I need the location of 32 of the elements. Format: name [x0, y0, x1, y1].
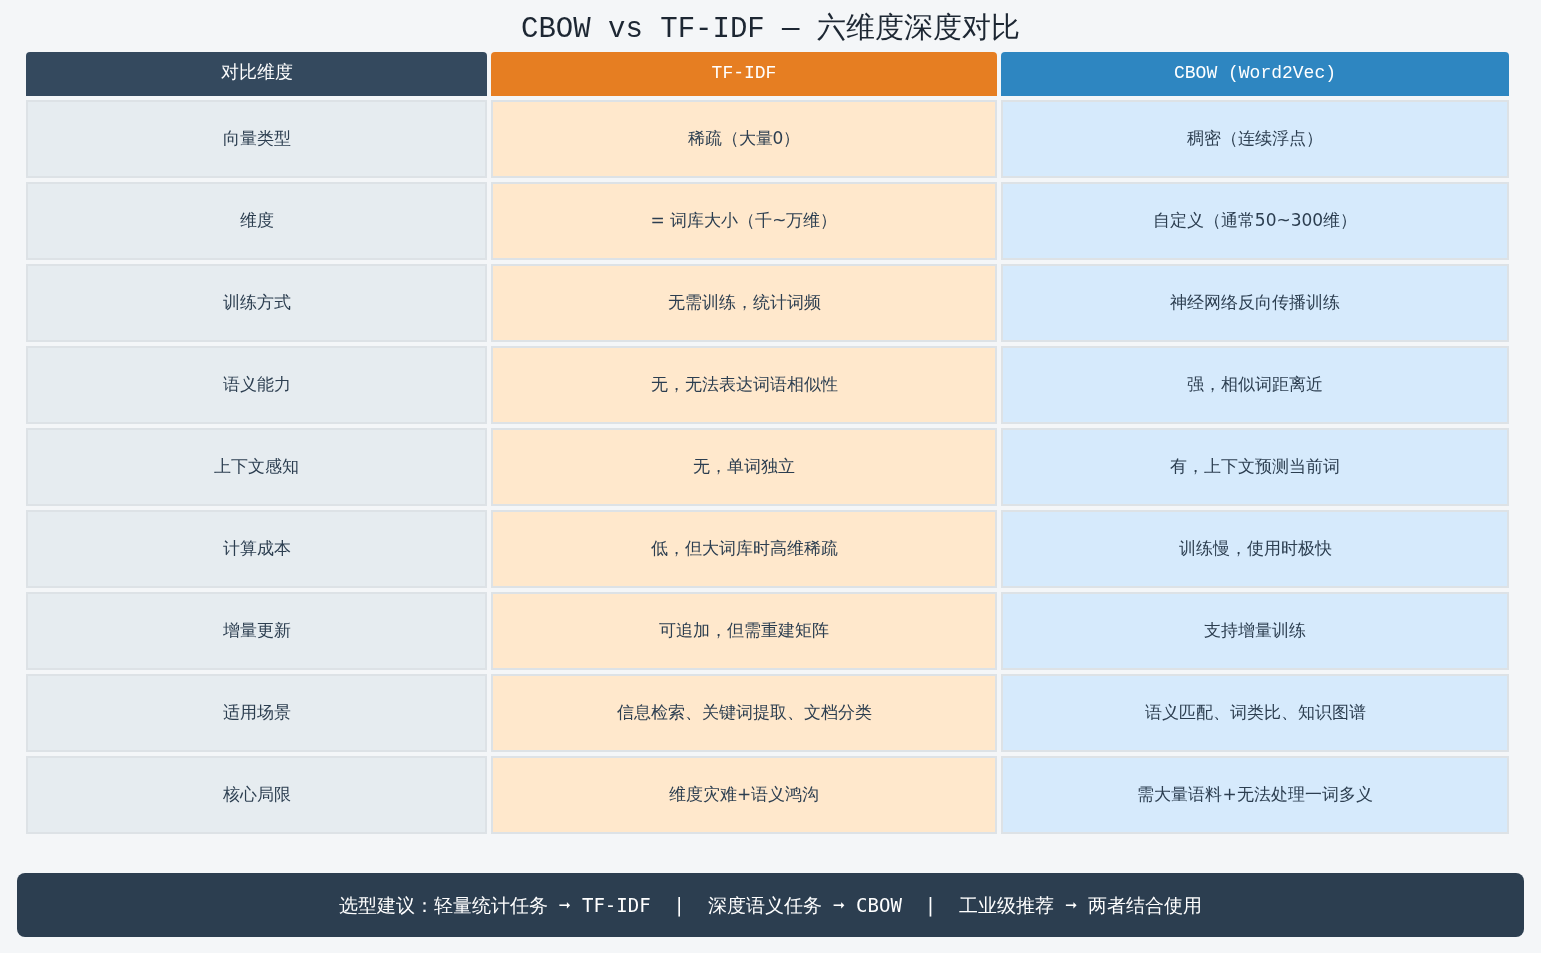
- table-cell: 语义匹配、词类比、知识图谱: [1001, 673, 1509, 752]
- table-cell: 信息检索、关键词提取、文档分类: [491, 673, 997, 752]
- table-cell: 适用场景: [26, 673, 487, 752]
- table-cell: 维度: [26, 181, 487, 260]
- recommendation-banner: 选型建议：轻量统计任务 ➞ TF-IDF | 深度语义任务 ➞ CBOW | 工业级推荐 ➞ 两者结合使用: [17, 873, 1524, 937]
- page-title: CBOW vs TF-IDF — 六维度深度对比: [520, 11, 1021, 46]
- table-cell: 向量类型: [26, 99, 487, 178]
- table-cell: 核心局限: [26, 755, 487, 834]
- table-cell: 低，但大词库时高维稀疏: [491, 509, 997, 588]
- table-cell: 训练慢，使用时极快: [1001, 509, 1509, 588]
- table-cell: 上下文感知: [26, 427, 487, 506]
- table-cell: 训练方式: [26, 263, 487, 342]
- table-cell: 无需训练，统计词频: [491, 263, 997, 342]
- table-cell: 支持增量训练: [1001, 591, 1509, 670]
- column-header: CBOW (Word2Vec): [1001, 51, 1509, 96]
- table-cell: 无，无法表达词语相似性: [491, 345, 997, 424]
- column-header: 对比维度: [26, 51, 487, 96]
- table-cell: = 词库大小（千~万维）: [491, 181, 997, 260]
- table-cell: 稠密（连续浮点）: [1001, 99, 1509, 178]
- table-cell: 神经网络反向传播训练: [1001, 263, 1509, 342]
- table-cell: 强，相似词距离近: [1001, 345, 1509, 424]
- table-cell: 维度灾难+语义鸿沟: [491, 755, 997, 834]
- table-cell: 增量更新: [26, 591, 487, 670]
- table-cell: 可追加，但需重建矩阵: [491, 591, 997, 670]
- table-cell: 自定义（通常50~300维）: [1001, 181, 1509, 260]
- column-header: TF-IDF: [491, 51, 997, 96]
- table-cell: 计算成本: [26, 509, 487, 588]
- table-cell: 有，上下文预测当前词: [1001, 427, 1509, 506]
- table-cell: 语义能力: [26, 345, 487, 424]
- table-cell: 稀疏（大量0）: [491, 99, 997, 178]
- table-cell: 需大量语料+无法处理一词多义: [1001, 755, 1509, 834]
- table-cell: 无，单词独立: [491, 427, 997, 506]
